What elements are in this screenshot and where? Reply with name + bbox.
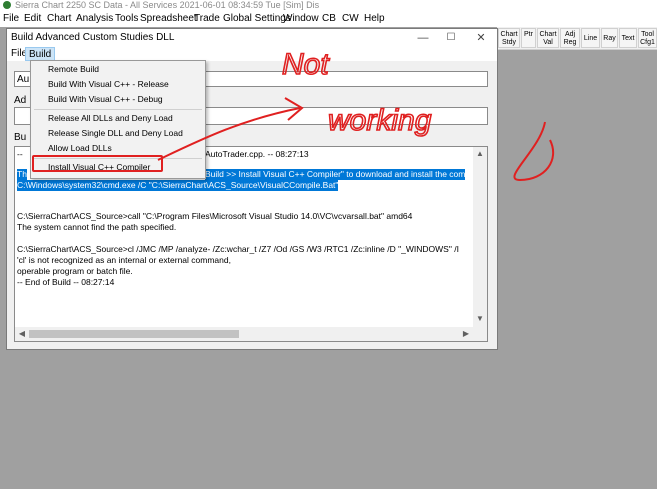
annotation-overlay: Not working xyxy=(157,47,555,182)
annotation-arrow xyxy=(157,107,301,161)
annotation-not: Not xyxy=(282,48,330,81)
annotation-working: working xyxy=(328,104,432,137)
annotation-scribble xyxy=(513,121,555,182)
